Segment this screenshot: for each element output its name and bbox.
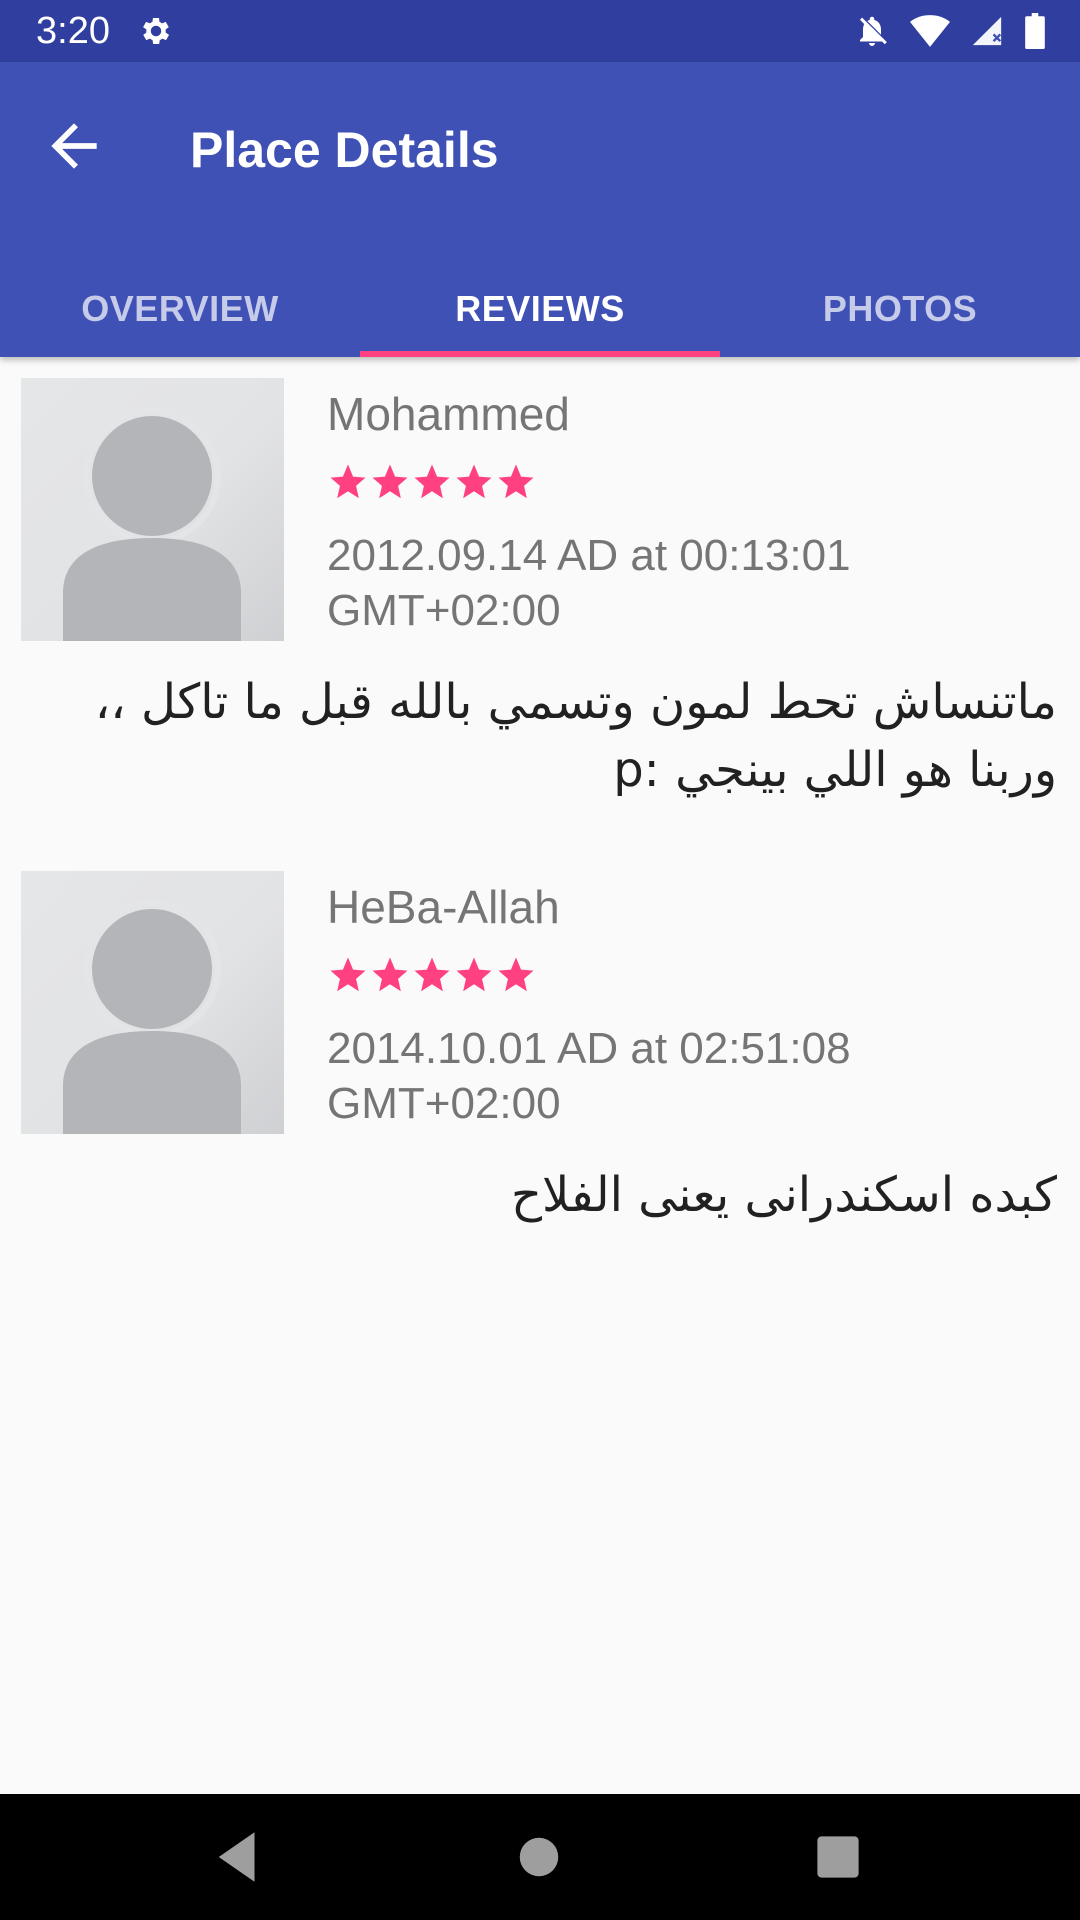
notifications-off-icon xyxy=(860,16,887,46)
tab-reviews[interactable]: REVIEWS xyxy=(360,260,720,357)
status-bar: 3:20 xyxy=(0,0,1080,62)
avatar xyxy=(21,871,284,1134)
arrow-back-icon[interactable] xyxy=(40,112,108,180)
rating-stars xyxy=(327,460,537,504)
star-icon xyxy=(372,464,408,499)
tab-overview[interactable]: OVERVIEW xyxy=(0,260,360,357)
star-icon xyxy=(414,464,450,499)
person-placeholder-icon xyxy=(63,900,241,1134)
reviewer-name: HeBa-Allah xyxy=(327,881,560,933)
page-title: Place Details xyxy=(190,122,499,178)
star-icon xyxy=(498,957,534,992)
star-icon xyxy=(330,957,366,992)
tab-photos[interactable]: PHOTOS xyxy=(720,260,1080,357)
reviewer-name: Mohammed xyxy=(327,388,570,440)
gear-icon xyxy=(143,17,170,45)
rating-stars xyxy=(327,953,537,997)
star-icon xyxy=(330,464,366,499)
recents-square-icon[interactable] xyxy=(805,1824,871,1890)
star-icon xyxy=(372,957,408,992)
review-date: 2012.09.14 AD at 00:13:01 GMT+02:00 xyxy=(327,531,851,635)
app-bar: Place Details OVERVIEW REVIEWS PHOTOS xyxy=(0,62,1080,357)
back-triangle-icon[interactable] xyxy=(205,1824,271,1890)
home-circle-icon[interactable] xyxy=(506,1824,572,1890)
star-icon xyxy=(414,957,450,992)
cell-signal-icon xyxy=(972,16,1002,46)
review-text: كبده اسكندرانى يعنى الفلاح xyxy=(511,1167,1057,1223)
person-placeholder-icon xyxy=(63,407,241,641)
review-text: ماتنساش تحط لمون وتسمي بالله قبل ما تاكل… xyxy=(94,674,1057,798)
star-icon xyxy=(456,957,492,992)
tab-bar: OVERVIEW REVIEWS PHOTOS xyxy=(0,260,1080,357)
star-icon xyxy=(456,464,492,499)
review-date: 2014.10.01 AD at 02:51:08 GMT+02:00 xyxy=(327,1024,851,1128)
avatar xyxy=(21,378,284,641)
battery-icon xyxy=(1025,13,1045,49)
wifi-icon xyxy=(910,15,950,47)
star-icon xyxy=(498,464,534,499)
system-nav-bar xyxy=(0,1794,1080,1920)
status-time: 3:20 xyxy=(36,10,110,52)
